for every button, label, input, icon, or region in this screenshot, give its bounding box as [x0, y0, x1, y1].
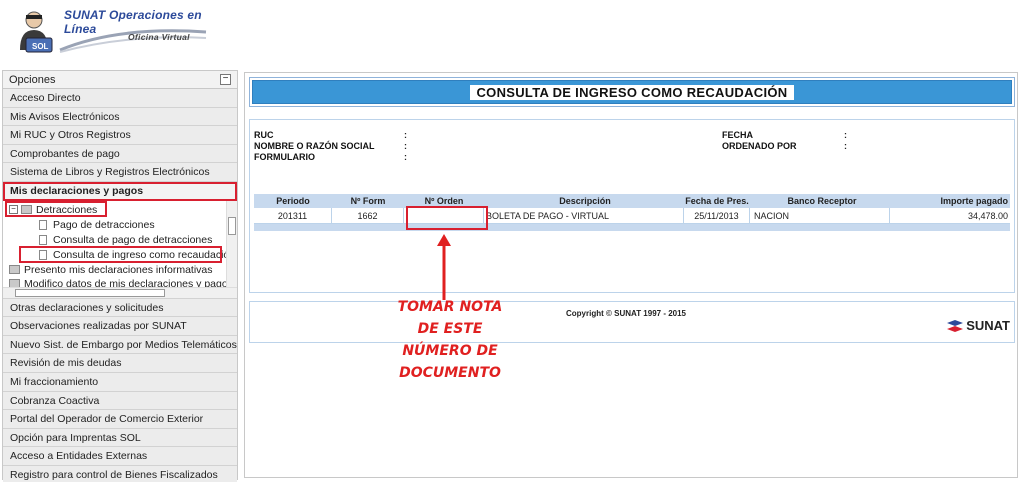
label-razon-social: NOMBRE O RAZÓN SOCIAL	[254, 141, 375, 151]
label-formulario: FORMULARIO	[254, 152, 315, 162]
sidebar-item-cobranza[interactable]: Cobranza Coactiva	[3, 391, 237, 411]
sidebar-item-observaciones[interactable]: Observaciones realizadas por SUNAT	[3, 317, 237, 336]
column-header: Importe pagado	[940, 196, 1008, 206]
sidebar-item-embargo[interactable]: Nuevo Sist. de Embargo por Medios Telemá…	[3, 335, 237, 355]
colon: :	[844, 130, 847, 140]
logo-subtitle: Oficina Virtual	[128, 32, 190, 42]
colon: :	[404, 152, 407, 162]
tree-item-label: Pago de detracciones	[53, 218, 155, 231]
document-icon	[39, 234, 47, 245]
annotation-line: TOMAR NOTA	[397, 299, 503, 315]
scrollbar-thumb[interactable]	[15, 288, 165, 297]
colon: :	[404, 141, 407, 151]
copyright-text: Copyright © SUNAT 1997 - 2015	[566, 309, 686, 318]
folder-icon	[9, 265, 20, 275]
tree-item-pago-detracciones[interactable]: Pago de detracciones	[39, 218, 155, 232]
sidebar-item-bienes-fiscalizados[interactable]: Registro para control de Bienes Fiscaliz…	[3, 465, 237, 482]
annotation-line: DOCUMENTO	[399, 365, 501, 381]
sidebar-item-imprentas[interactable]: Opción para Imprentas SOL	[3, 428, 237, 448]
sidebar-item-entidades-externas[interactable]: Acceso a Entidades Externas	[3, 447, 237, 466]
sidebar-item-fraccionamiento[interactable]: Mi fraccionamiento	[3, 372, 237, 392]
annotation-note: TOMAR NOTA DE ESTE NÚMERO DE DOCUMENTO	[380, 296, 520, 384]
cell-importe: 34,478.00	[967, 210, 1008, 221]
tree-item-label: Presento mis declaraciones informativas	[24, 263, 213, 276]
colon: :	[844, 141, 847, 151]
tree-horizontal-scrollbar[interactable]	[3, 286, 237, 298]
sol-person-icon: SOL	[20, 11, 53, 53]
document-icon	[39, 219, 47, 230]
column-header: Descripción	[559, 196, 611, 206]
table-row[interactable]: 201311 1662 BOLETA DE PAGO - VIRTUAL 25/…	[254, 208, 1010, 224]
sidebar-item-acceso-directo[interactable]: Acceso Directo	[3, 89, 237, 108]
table-header: Periodo Nº Form Nº Orden Descripción Fec…	[254, 194, 1010, 208]
sidebar-item-ruc[interactable]: Mi RUC y Otros Registros	[3, 126, 237, 145]
payments-table: Periodo Nº Form Nº Orden Descripción Fec…	[254, 194, 1010, 231]
sunat-sol-logo[interactable]: SOL SUNAT Operaciones en Línea Oficina V…	[8, 4, 208, 60]
sunat-footer-logo: SUNAT	[946, 318, 1010, 333]
column-header: Periodo	[276, 196, 310, 206]
page-title: CONSULTA DE INGRESO COMO RECAUDACIÓN	[470, 84, 794, 100]
main-panel: CONSULTA DE INGRESO COMO RECAUDACIÓN RUC…	[244, 72, 1018, 478]
highlight-box-detracciones	[5, 200, 107, 217]
colon: :	[404, 130, 407, 140]
cell-descripcion: BOLETA DE PAGO - VIRTUAL	[484, 208, 684, 223]
cell-form: 1662	[332, 208, 404, 223]
column-header: Nº Form	[350, 196, 386, 206]
column-header: Fecha de Pres.	[685, 196, 749, 206]
cell-periodo: 201311	[254, 208, 332, 223]
sidebar-item-deudas[interactable]: Revisión de mis deudas	[3, 354, 237, 373]
cell-fecha: 25/11/2013	[684, 208, 750, 223]
collapse-icon[interactable]: −	[220, 74, 231, 85]
page-footer: Copyright © SUNAT 1997 - 2015 SUNAT	[249, 301, 1015, 343]
label-ordenado-por: ORDENADO POR	[722, 141, 797, 151]
highlight-box-consulta-ingreso	[19, 245, 222, 263]
column-header: Banco Receptor	[787, 196, 857, 206]
highlight-box-orden	[406, 206, 488, 230]
sidebar-item-comprobantes[interactable]: Comprobantes de pago	[3, 144, 237, 164]
tree-item-consulta-pago[interactable]: Consulta de pago de detracciones	[39, 233, 212, 247]
tree-item-declaraciones-informativas[interactable]: Presento mis declaraciones informativas	[9, 263, 213, 277]
annotation-line: DE ESTE	[417, 321, 483, 337]
sunat-logo-text: SUNAT	[966, 318, 1010, 333]
label-ruc: RUC	[254, 130, 274, 140]
page-title-bar: CONSULTA DE INGRESO COMO RECAUDACIÓN	[249, 77, 1015, 107]
label-fecha: FECHA	[722, 130, 753, 140]
sidebar-item-libros[interactable]: Sistema de Libros y Registros Electrónic…	[3, 163, 237, 182]
tree-vertical-scrollbar[interactable]	[226, 200, 237, 287]
sol-badge-text: SOL	[32, 42, 49, 51]
cell-banco: NACION	[750, 208, 890, 223]
sidebar-item-declaraciones-pagos[interactable]: Mis declaraciones y pagos	[3, 181, 237, 201]
table-footer	[254, 224, 1010, 231]
sidebar-item-comercio-exterior[interactable]: Portal del Operador de Comercio Exterior	[3, 410, 237, 429]
header: SOL SUNAT Operaciones en Línea Oficina V…	[0, 0, 1024, 66]
sidebar-item-otras-declaraciones[interactable]: Otras declaraciones y solicitudes	[3, 298, 237, 318]
sunat-logo-icon	[947, 319, 964, 332]
sidebar-tree: − Detracciones Pago de detracciones Cons…	[3, 200, 237, 299]
query-info-panel: RUC NOMBRE O RAZÓN SOCIAL FORMULARIO : :…	[249, 119, 1015, 293]
sidebar-item-avisos[interactable]: Mis Avisos Electrónicos	[3, 107, 237, 127]
annotation-line: NÚMERO DE	[402, 343, 498, 359]
red-arrow-icon	[437, 234, 451, 300]
sidebar: Opciones − Acceso Directo Mis Avisos Ele…	[2, 70, 238, 482]
tree-item-label: Consulta de pago de detracciones	[53, 233, 213, 246]
scrollbar-thumb[interactable]	[228, 216, 236, 235]
sidebar-heading-label: Opciones	[9, 74, 56, 86]
sidebar-heading: Opciones −	[3, 71, 237, 89]
